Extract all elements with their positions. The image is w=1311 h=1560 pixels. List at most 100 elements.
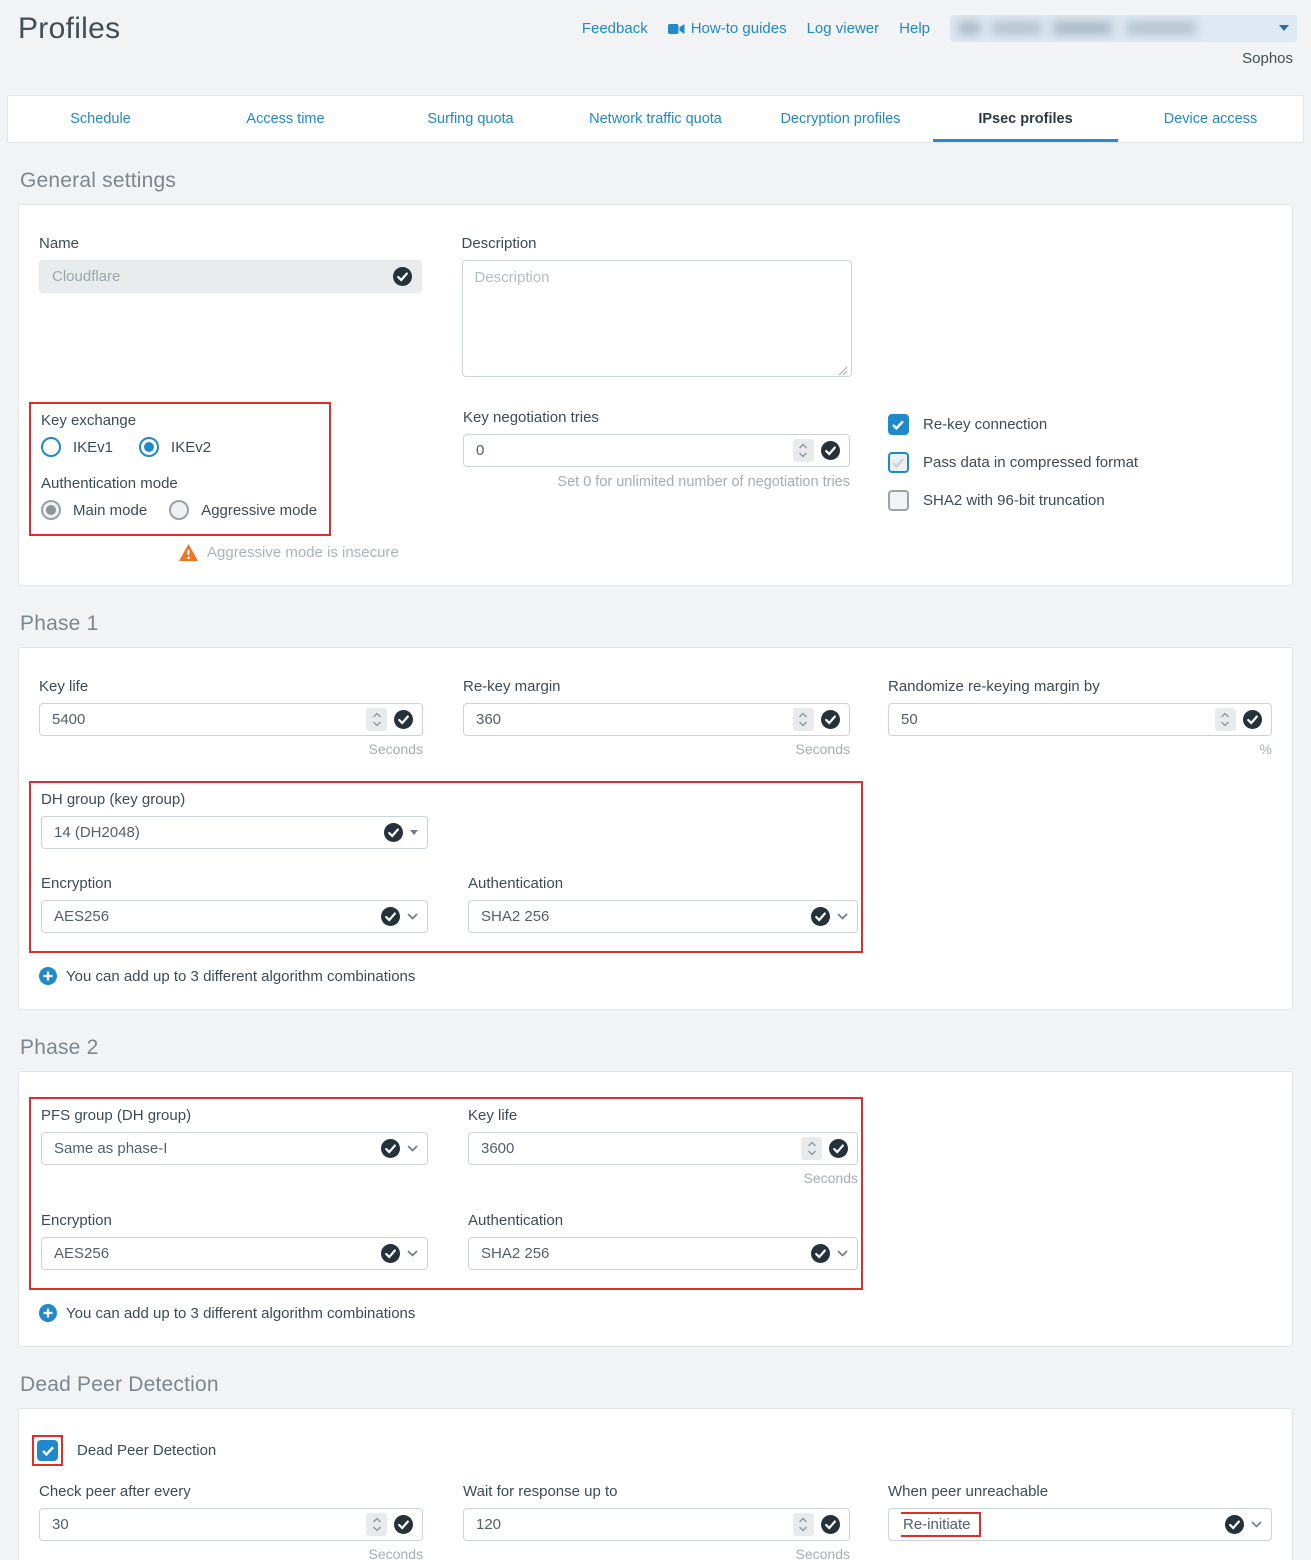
- tab-network-traffic-quota[interactable]: Network traffic quota: [563, 96, 748, 142]
- tab-ipsec-profiles[interactable]: IPsec profiles: [933, 96, 1118, 142]
- valid-check-icon: [381, 1139, 400, 1158]
- p2-pfs-group-select[interactable]: Same as phase-I: [41, 1132, 428, 1165]
- description-input[interactable]: [462, 260, 852, 377]
- dpd-check-peer-unit: Seconds: [39, 1546, 423, 1560]
- p1-rekey-margin-unit: Seconds: [463, 741, 850, 757]
- p2-key-life-label: Key life: [468, 1107, 858, 1124]
- tab-access-time[interactable]: Access time: [193, 96, 378, 142]
- help-label: Help: [899, 20, 930, 37]
- ikev2-radio[interactable]: [139, 437, 159, 457]
- rekey-connection-checkbox[interactable]: [888, 414, 909, 435]
- valid-check-icon: [821, 710, 840, 729]
- dpd-unreachable-value-highlight: Re-initiate: [901, 1512, 981, 1537]
- name-label: Name: [39, 235, 422, 252]
- p1-rekey-margin-label: Re-key margin: [463, 678, 850, 695]
- p1-key-life-value: 5400: [52, 711, 366, 728]
- number-stepper[interactable]: [366, 1513, 387, 1536]
- p1-encryption-value: AES256: [54, 908, 381, 925]
- log-viewer-label: Log viewer: [807, 20, 880, 37]
- name-value: Cloudflare: [52, 268, 393, 285]
- tab-surfing-quota[interactable]: Surfing quota: [378, 96, 563, 142]
- p1-encryption-select[interactable]: AES256: [41, 900, 428, 933]
- tab-device-access[interactable]: Device access: [1118, 96, 1303, 142]
- howto-guides-link[interactable]: How-to guides: [668, 20, 787, 37]
- dpd-unreachable-select[interactable]: Re-initiate: [888, 1508, 1272, 1541]
- p1-dh-group-select[interactable]: 14 (DH2048): [41, 816, 428, 849]
- p1-authentication-label: Authentication: [468, 875, 858, 892]
- p2-key-life-field[interactable]: 3600: [468, 1132, 858, 1165]
- ikev1-label: IKEv1: [73, 439, 113, 456]
- dpd-check-peer-value: 30: [52, 1516, 366, 1533]
- p2-add-combination[interactable]: You can add up to 3 different algorithm …: [39, 1304, 1272, 1322]
- p1-add-note-text: You can add up to 3 different algorithm …: [66, 968, 415, 985]
- p1-randomize-unit: %: [888, 741, 1272, 757]
- p2-key-life-value: 3600: [481, 1140, 801, 1157]
- dpd-wait-field[interactable]: 120: [463, 1508, 850, 1541]
- p1-dh-group-value: 14 (DH2048): [54, 824, 384, 841]
- p1-dh-group-label: DH group (key group): [41, 791, 428, 808]
- p1-key-life-field[interactable]: 5400: [39, 703, 423, 736]
- key-negotiation-field[interactable]: 0: [463, 434, 850, 467]
- chevron-down-icon: [1279, 25, 1289, 31]
- chevron-down-icon: [1251, 1521, 1262, 1528]
- number-stepper[interactable]: [801, 1137, 822, 1160]
- chevron-down-icon: [407, 1250, 418, 1257]
- sha2-truncation-checkbox[interactable]: [888, 490, 909, 511]
- key-negotiation-helper: Set 0 for unlimited number of negotiatio…: [463, 474, 850, 490]
- dpd-check-peer-field[interactable]: 30: [39, 1508, 423, 1541]
- p1-authentication-select[interactable]: SHA2 256: [468, 900, 858, 933]
- tab-decryption-profiles[interactable]: Decryption profiles: [748, 96, 933, 142]
- p1-algorithms-highlight-box: DH group (key group) 14 (DH2048) Encrypt…: [29, 781, 863, 953]
- phase1-heading: Phase 1: [20, 612, 1293, 636]
- number-stepper[interactable]: [793, 439, 814, 462]
- p1-randomize-field[interactable]: 50: [888, 703, 1272, 736]
- p2-authentication-value: SHA2 256: [481, 1245, 811, 1262]
- valid-check-icon: [811, 907, 830, 926]
- ikev1-radio[interactable]: [41, 437, 61, 457]
- feedback-link[interactable]: Feedback: [582, 20, 648, 37]
- p1-rekey-margin-field[interactable]: 360: [463, 703, 850, 736]
- ikev2-label: IKEv2: [171, 439, 211, 456]
- valid-check-icon: [829, 1139, 848, 1158]
- p1-add-combination[interactable]: You can add up to 3 different algorithm …: [39, 967, 1272, 985]
- log-viewer-link[interactable]: Log viewer: [807, 20, 880, 37]
- compressed-format-label: Pass data in compressed format: [923, 454, 1138, 471]
- valid-check-icon: [1225, 1515, 1244, 1534]
- dpd-enable-label: Dead Peer Detection: [77, 1442, 216, 1459]
- p1-rekey-margin-value: 360: [476, 711, 793, 728]
- p2-algorithms-highlight-box: PFS group (DH group) Same as phase-I Key…: [29, 1097, 863, 1290]
- warning-icon: [179, 544, 198, 561]
- p2-key-life-unit: Seconds: [468, 1170, 858, 1186]
- tab-schedule[interactable]: Schedule: [8, 96, 193, 142]
- p2-pfs-group-label: PFS group (DH group): [41, 1107, 428, 1124]
- valid-check-icon: [394, 710, 413, 729]
- help-link[interactable]: Help: [899, 20, 930, 37]
- number-stepper[interactable]: [1215, 708, 1236, 731]
- p2-encryption-select[interactable]: AES256: [41, 1237, 428, 1270]
- p2-authentication-select[interactable]: SHA2 256: [468, 1237, 858, 1270]
- auth-mode-label: Authentication mode: [41, 475, 319, 492]
- dpd-wait-value: 120: [476, 1516, 793, 1533]
- aggressive-mode-label: Aggressive mode: [201, 502, 317, 519]
- main-mode-radio[interactable]: [41, 500, 61, 520]
- main-mode-label: Main mode: [73, 502, 147, 519]
- dpd-enable-checkbox[interactable]: [37, 1440, 58, 1461]
- p1-randomize-value: 50: [901, 711, 1215, 728]
- number-stepper[interactable]: [793, 1513, 814, 1536]
- valid-check-icon: [394, 1515, 413, 1534]
- valid-check-icon: [393, 267, 412, 286]
- feedback-label: Feedback: [582, 20, 648, 37]
- sha2-truncation-label: SHA2 with 96-bit truncation: [923, 492, 1105, 509]
- number-stepper[interactable]: [366, 708, 387, 731]
- account-name-redacted: [958, 21, 1238, 35]
- aggressive-mode-radio[interactable]: [169, 500, 189, 520]
- account-selector[interactable]: [950, 15, 1297, 42]
- valid-check-icon: [381, 1244, 400, 1263]
- compressed-format-checkbox[interactable]: [888, 452, 909, 473]
- add-circle-icon: [39, 1304, 57, 1322]
- number-stepper[interactable]: [793, 708, 814, 731]
- add-circle-icon: [39, 967, 57, 985]
- brand-label: Sophos: [1242, 50, 1297, 67]
- key-negotiation-label: Key negotiation tries: [463, 409, 850, 426]
- general-settings-panel: Name Cloudflare Description Key exchange: [18, 204, 1293, 586]
